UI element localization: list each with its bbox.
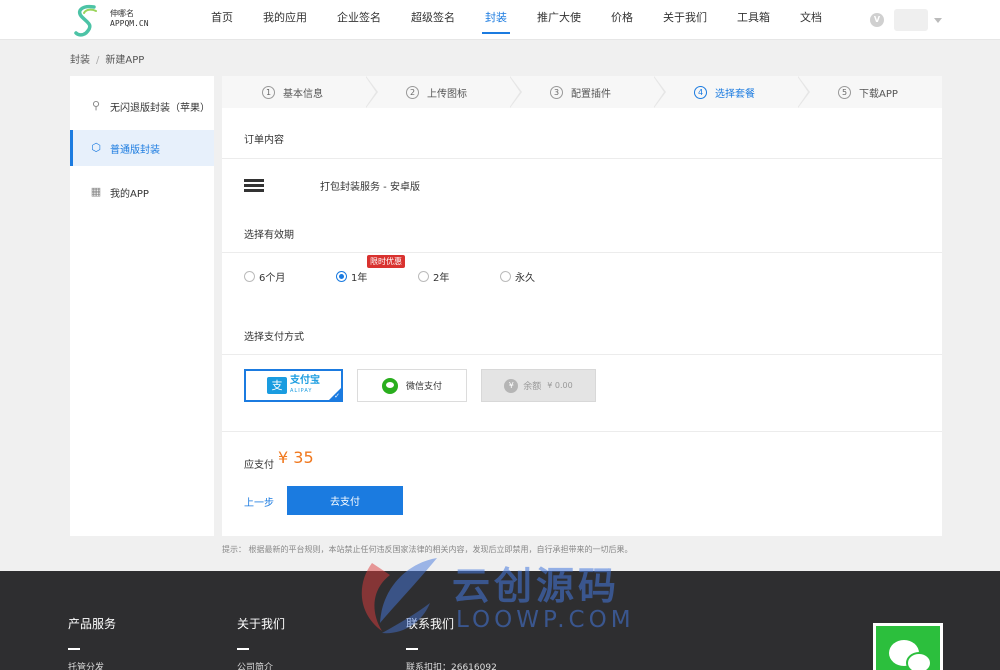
footer-underline (68, 648, 80, 650)
vip-icon: V (870, 13, 884, 27)
step-label: 下载APP (859, 88, 898, 100)
footer-underline (237, 648, 249, 650)
box-icon: ⬡ (91, 141, 101, 154)
rocket-icon: ⚲ (91, 99, 101, 112)
sidebar: ⚲ 无闪退版封装（苹果） ⬡ 普通版封装 ▦ 我的APP (70, 76, 214, 536)
step-2: 2 上传图标 (366, 76, 522, 108)
nav-item-8[interactable]: 工具箱 (722, 0, 785, 40)
user-menu[interactable]: V (870, 9, 942, 31)
sidebar-item-label: 无闪退版封装（苹果） (110, 102, 210, 114)
step-number: 4 (694, 85, 707, 99)
nav-item-7[interactable]: 关于我们 (648, 0, 722, 40)
product-icon (244, 179, 264, 193)
total-amount: ¥ 35 (278, 448, 314, 467)
breadcrumb: 封装 / 新建APP (70, 51, 144, 66)
step-label: 选择套餐 (715, 88, 755, 100)
wechat-qr-icon (873, 623, 943, 670)
step-number: 1 (262, 85, 275, 99)
step-arrow-fill (509, 76, 520, 108)
payment-section-title: 选择支付方式 (244, 332, 304, 343)
footer-link[interactable]: 托管分发 (68, 660, 116, 670)
pay-button[interactable]: 去支付 (287, 486, 403, 515)
divider (222, 158, 942, 159)
divider (222, 354, 942, 355)
step-label: 配置插件 (571, 88, 611, 100)
step-5: 5 下载APP (798, 76, 942, 108)
radio-checked-icon[interactable] (336, 271, 347, 282)
alipay-icon: 支 (267, 377, 287, 394)
step-indicator: 1 基本信息 2 上传图标 3 配置插件 4 选择套餐 5 下载APP (222, 76, 942, 108)
promo-badge: 限时优惠 (367, 255, 405, 268)
step-arrow-fill (797, 76, 808, 108)
divider (222, 431, 942, 432)
wallet-icon: ¥ (504, 378, 519, 393)
logo-line1: 伸哪名 (110, 9, 134, 18)
footer-col-about: 关于我们 公司简介 (237, 615, 285, 670)
validity-option-forever[interactable]: 永久 (500, 269, 535, 284)
nav-item-2[interactable]: 企业签名 (322, 0, 396, 40)
validity-section-title: 选择有效期 (244, 230, 294, 241)
step-arrow-fill (365, 76, 376, 108)
step-number: 2 (406, 85, 419, 99)
footer: 产品服务 托管分发 关于我们 公司简介 联系我们 联系扣扣：26616092 (0, 571, 1000, 670)
nav-item-5[interactable]: 推广大使 (522, 0, 596, 40)
sidebar-item-normal-wrap[interactable]: ⬡ 普通版封装 (70, 130, 214, 166)
pay-alipay-button[interactable]: 支 支付宝 ALIPAY ✓ (244, 369, 343, 402)
nav-item-0[interactable]: 首页 (196, 0, 248, 40)
sidebar-item-label: 普通版封装 (110, 144, 160, 156)
check-icon: ✓ (334, 392, 340, 400)
main-nav: 首页 我的应用 企业签名 超级签名 封装 推广大使 价格 关于我们 工具箱 文档 (196, 0, 837, 40)
top-header: 伸哪名 APPQM.CN 首页 我的应用 企业签名 超级签名 封装 推广大使 价格 关于我们工… (0, 0, 1000, 40)
footer-underline (406, 648, 418, 650)
radio-icon[interactable] (500, 271, 511, 282)
step-arrow-fill (653, 76, 664, 108)
step-1: 1 基本信息 (222, 76, 378, 108)
footer-col-contact: 联系我们 联系扣扣：26616092 (406, 615, 497, 670)
logo-text: 伸哪名 APPQM.CN (110, 9, 149, 29)
alipay-logo: 支 支付宝 ALIPAY (267, 375, 320, 396)
sidebar-item-my-app[interactable]: ▦ 我的APP (70, 174, 214, 210)
order-section-title: 订单内容 (244, 135, 284, 146)
footer-contact-qq: 联系扣扣：26616092 (406, 663, 497, 670)
sidebar-item-label: 我的APP (110, 188, 149, 200)
radio-icon[interactable] (418, 271, 429, 282)
nav-item-3[interactable]: 超级签名 (396, 0, 470, 40)
step-label: 基本信息 (283, 88, 323, 100)
grid-icon: ▦ (90, 185, 102, 198)
nav-item-9[interactable]: 文档 (785, 0, 837, 40)
nav-item-6[interactable]: 价格 (596, 0, 648, 40)
radio-icon[interactable] (244, 271, 255, 282)
chevron-down-icon[interactable] (934, 17, 942, 23)
validity-option-2-years[interactable]: 2年 (418, 269, 449, 284)
step-4: 4 选择套餐 (654, 76, 810, 108)
step-3: 3 配置插件 (510, 76, 666, 108)
sidebar-item-no-crash-wrap[interactable]: ⚲ 无闪退版封装（苹果） (70, 88, 214, 124)
logo-mark-icon (74, 4, 97, 37)
product-name: 打包封装服务 - 安卓版 (320, 182, 420, 193)
step-number: 3 (550, 85, 563, 99)
validity-option-6-months[interactable]: 6个月 (244, 269, 285, 284)
back-link[interactable]: 上一步 (244, 494, 274, 509)
wechat-icon (381, 377, 398, 394)
pay-balance-button[interactable]: ¥ 余额 ¥ 0.00 (481, 369, 596, 402)
nav-item-1[interactable]: 我的应用 (248, 0, 322, 40)
breadcrumb-current: 新建APP (105, 55, 145, 66)
step-number: 5 (838, 85, 851, 99)
pay-wechat-button[interactable]: 微信支付 (357, 369, 467, 402)
footer-col-products: 产品服务 托管分发 (68, 615, 116, 670)
validity-option-1-year[interactable]: 1年 (336, 269, 367, 284)
policy-notice: 提示： 根据最新的平台规则，本站禁止任何违反国家法律的相关内容，发现后立即禁用，… (222, 545, 633, 554)
site-logo[interactable]: 伸哪名 APPQM.CN (72, 3, 162, 37)
logo-line2: APPQM.CN (110, 19, 149, 28)
step-label: 上传图标 (427, 88, 467, 100)
breadcrumb-separator: / (96, 55, 100, 66)
main-panel: 1 基本信息 2 上传图标 3 配置插件 4 选择套餐 5 下载APP 订单内容 打包封装服务 -… (222, 76, 942, 536)
divider (222, 252, 942, 253)
footer-link[interactable]: 公司简介 (237, 660, 285, 670)
total-label: 应支付 (244, 460, 274, 471)
breadcrumb-root[interactable]: 封装 (70, 55, 90, 66)
user-avatar-name[interactable] (894, 9, 928, 31)
nav-item-4[interactable]: 封装 (470, 0, 522, 40)
